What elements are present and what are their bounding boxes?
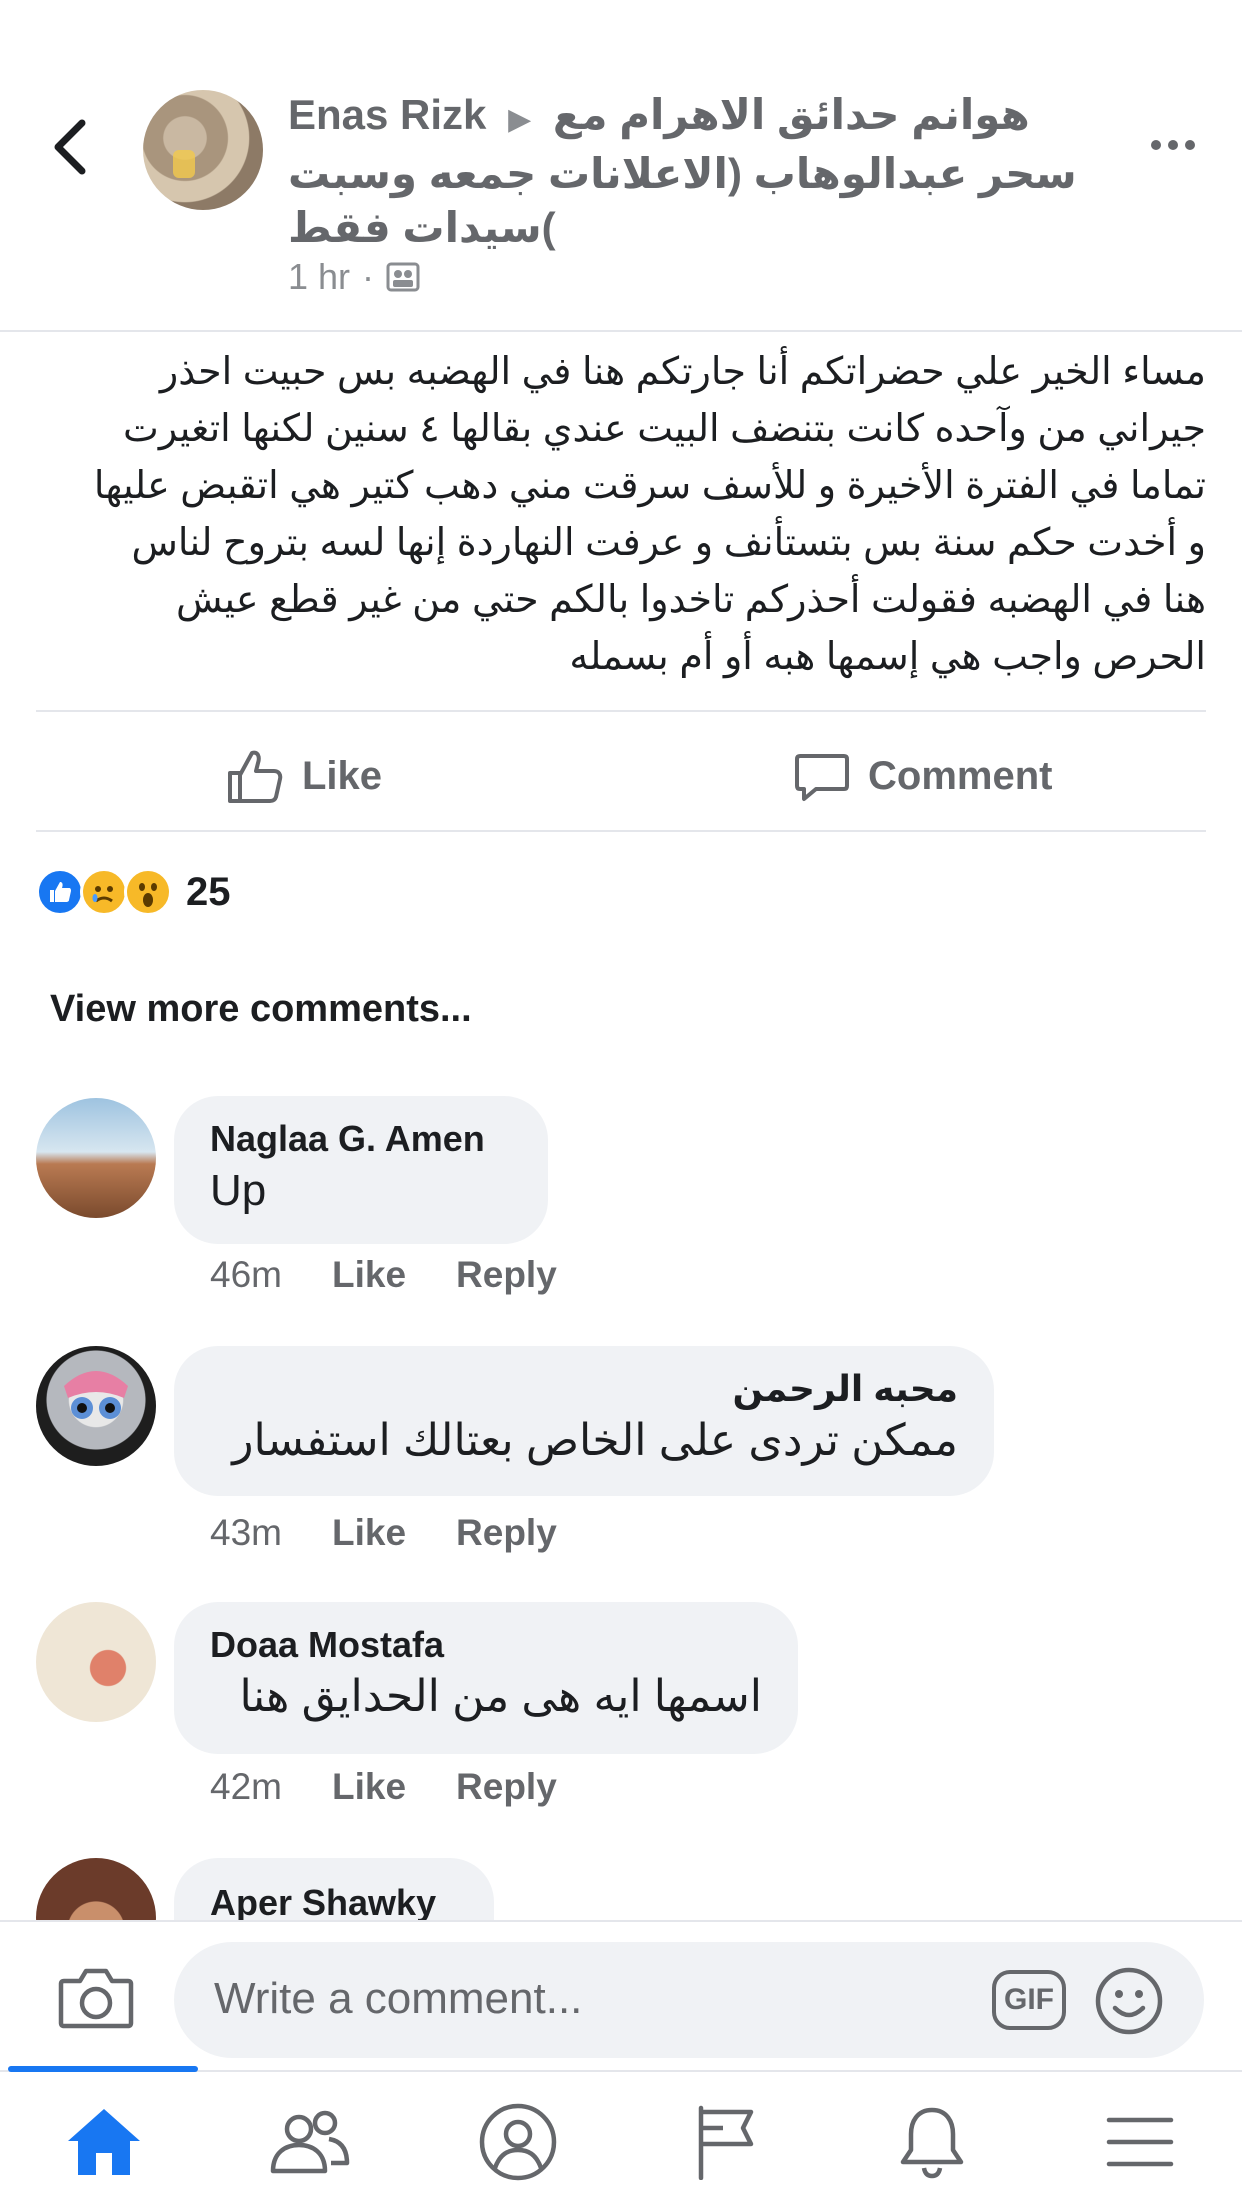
commenter-avatar[interactable]	[36, 1602, 156, 1722]
active-tab-indicator	[8, 2066, 198, 2072]
comment-actions: 43m Like Reply	[210, 1512, 557, 1554]
reaction-count: 25	[186, 869, 231, 914]
post-body-line: جيراني من وآحده كانت بتنضف البيت عندي بق…	[123, 408, 1206, 450]
comment-bubble[interactable]: Naglaa G. Amen Up	[174, 1096, 548, 1244]
comment-input[interactable]: Write a comment... GIF	[174, 1942, 1204, 2058]
profile-icon	[479, 2103, 557, 2181]
view-more-comments-link[interactable]: View more comments...	[50, 988, 472, 1031]
smiley-icon	[1095, 1967, 1163, 2035]
dot-icon	[1151, 140, 1161, 150]
comment-like-button[interactable]: Like	[332, 1512, 406, 1554]
post-body-line: مساء الخير علي حضراتكم أنا جارتكم هنا في…	[159, 351, 1206, 393]
author-name[interactable]: Enas Rizk	[288, 91, 486, 138]
comment-actions: 42m Like Reply	[210, 1766, 557, 1808]
post-body-line: الحرص واجب هي إسمها هبه أو أم بسمله	[569, 636, 1206, 678]
post-time[interactable]: 1 hr	[288, 256, 350, 298]
wow-icon	[124, 868, 172, 916]
comment-time: 42m	[210, 1766, 282, 1807]
commenter-avatar[interactable]	[36, 1346, 156, 1466]
comment-reply-button[interactable]: Reply	[456, 1766, 557, 1808]
meta-separator: ·	[362, 256, 375, 297]
comment-reply-button[interactable]: Reply	[456, 1254, 557, 1296]
comment-composer: Write a comment... GIF	[0, 1920, 1242, 2070]
comment-like-button[interactable]: Like	[332, 1766, 406, 1808]
tab-pages[interactable]	[678, 2102, 774, 2182]
sad-icon	[80, 868, 128, 916]
back-button[interactable]	[40, 112, 100, 182]
friends-icon	[270, 2110, 350, 2174]
emoji-button[interactable]	[1094, 1966, 1164, 2036]
post-body-line: تماما في الفترة الأخيرة و للأسف سرقت مني…	[93, 465, 1206, 507]
tab-friends[interactable]	[262, 2102, 358, 2182]
post-body: مساء الخير علي حضراتكم أنا جارتكم هنا في…	[36, 344, 1206, 686]
more-options-button[interactable]	[1138, 120, 1208, 170]
comment-text: Up	[210, 1166, 267, 1215]
commenter-name[interactable]: Naglaa G. Amen	[210, 1116, 512, 1162]
post-title: Enas Rizk ▶ هوانم حدائق الاهرام مع سحر ع…	[288, 88, 1088, 255]
pages-flag-icon	[698, 2105, 754, 2180]
comment-like-button[interactable]: Like	[332, 1254, 406, 1296]
comment-reply-button[interactable]: Reply	[456, 1512, 557, 1554]
tab-menu[interactable]	[1092, 2102, 1188, 2182]
chevron-left-icon	[54, 119, 86, 175]
comment-time: 43m	[210, 1512, 282, 1553]
bottom-tab-bar	[0, 2066, 1242, 2208]
post-body-line: و أخدت حكم سنة بس بتستأنف و عرفت النهارد…	[131, 522, 1206, 564]
commenter-avatar[interactable]	[36, 1098, 156, 1218]
comment-text: اسمها ايه هى من الحدايق هنا	[239, 1672, 762, 1721]
commenter-name[interactable]: Doaa Mostafa	[210, 1622, 762, 1668]
shared-to-arrow-icon: ▶	[508, 103, 532, 136]
dot-icon	[1168, 140, 1178, 150]
dot-icon	[1185, 140, 1195, 150]
notifications-bell-icon	[900, 2107, 964, 2179]
comment-bubble[interactable]: محبه الرحمن ممكن تردى على الخاص بعتالك ا…	[174, 1346, 994, 1496]
commenter-name[interactable]: محبه الرحمن	[210, 1366, 959, 1412]
menu-icon	[1106, 2117, 1174, 2167]
group-privacy-icon	[386, 262, 420, 292]
comment-time: 46m	[210, 1254, 282, 1295]
comment-bubble[interactable]: Doaa Mostafa اسمها ايه هى من الحدايق هنا	[174, 1602, 798, 1754]
post-header: Enas Rizk ▶ هوانم حدائق الاهرام مع سحر ع…	[0, 0, 1242, 332]
reactions-summary[interactable]: 25	[36, 868, 231, 916]
comment-label: Comment	[868, 753, 1053, 798]
divider	[36, 710, 1206, 712]
comment-button[interactable]: Comment	[794, 740, 1052, 812]
author-avatar[interactable]	[143, 90, 263, 210]
comment-placeholder: Write a comment...	[214, 1974, 583, 2023]
like-label: Like	[302, 753, 383, 798]
camera-icon	[58, 1968, 134, 2029]
tab-profile[interactable]	[470, 2102, 566, 2182]
home-icon	[68, 2109, 140, 2175]
comment-text: ممكن تردى على الخاص بعتالك استفسار	[232, 1416, 958, 1465]
gif-button[interactable]: GIF	[992, 1970, 1066, 2030]
divider	[36, 830, 1206, 832]
like-icon	[36, 868, 84, 916]
post-meta: 1 hr ·	[288, 256, 420, 298]
cat-avatar-icon	[64, 1371, 128, 1419]
comment-actions: 46m Like Reply	[210, 1254, 557, 1296]
tab-notifications[interactable]	[884, 2102, 980, 2182]
thumbs-up-icon	[228, 750, 283, 803]
comment-bubble-icon	[795, 754, 849, 801]
camera-button[interactable]	[58, 1960, 134, 2036]
tab-home[interactable]	[56, 2102, 152, 2182]
like-button[interactable]: Like	[226, 740, 382, 812]
post-body-line: هنا في الهضبه فقولت أحذركم تاخدوا بالكم …	[175, 579, 1206, 621]
